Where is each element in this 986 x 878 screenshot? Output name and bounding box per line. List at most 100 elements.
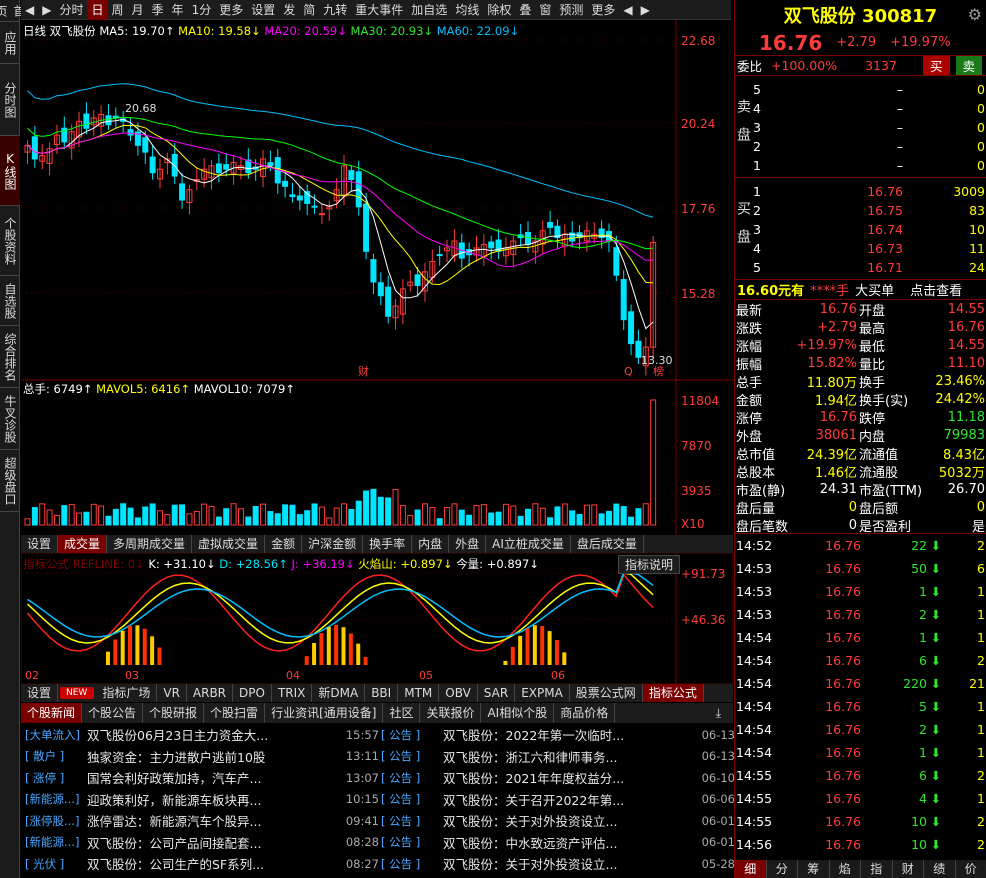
indicator-tab-13[interactable]: 股票公式网 [570,684,643,702]
side-tab-2[interactable]: 筹 [798,860,830,878]
news-item[interactable]: [ 散户 ] 独家资金：主力进散户逃前10股 13:11 [25,746,379,768]
candle[interactable] [179,183,186,201]
news-item[interactable]: [涨停股...] 涨停雷达：新能源汽车个股异... 09:41 [25,810,379,832]
indicator-tab-3[interactable]: VR [157,684,187,702]
news-tab-4[interactable]: 行业资讯[通用设备] [265,703,384,723]
candle[interactable] [525,232,532,245]
toolbar-item-22[interactable]: ◀ [619,0,636,20]
news-item[interactable]: [ 公告 ] 双飞股份：2021年年度权益分... 06-10 [381,767,735,789]
news-title[interactable]: 双飞股份：中水致远资产评估... [443,833,691,852]
candle[interactable] [547,221,554,228]
news-title[interactable]: 双飞股份：公司产品间接配套... [87,833,335,852]
nav-item-7[interactable]: 牛叉诊股 [0,388,20,450]
indicator-tab-2[interactable]: 指标广场 [96,684,158,702]
toolbar-item-11[interactable]: 发 [279,0,299,20]
news-tab-7[interactable]: AI相似个股 [481,703,555,723]
candle[interactable] [83,113,90,129]
candle[interactable] [267,162,274,167]
toolbar-item-16[interactable]: 均线 [451,0,483,20]
side-tab-5[interactable]: 财 [893,860,924,878]
toolbar-item-12[interactable]: 简 [299,0,319,20]
news-title[interactable]: 涨停雷达：新能源汽车个股异... [87,811,335,830]
volume-tab-7[interactable]: 内盘 [412,535,450,553]
candle[interactable] [414,274,421,286]
news-item[interactable]: [新能源...] 双飞股份：公司产品间接配套... 08:28 [25,832,379,854]
toolbar-item-1[interactable]: ▶ [38,0,55,20]
toolbar-item-10[interactable]: 设置 [247,0,279,20]
nav-item-2[interactable]: 分时图 [0,64,20,136]
indicator-tab-6[interactable]: TRIX [272,684,313,702]
candle[interactable] [318,213,325,216]
volume-tab-4[interactable]: 金额 [265,535,303,553]
indicator-tab-1[interactable]: NEW [60,687,95,699]
candle[interactable] [296,195,303,201]
news-item[interactable]: [ 光伏 ] 双飞股份：公司生产的SF系列... 08:27 [25,853,379,875]
news-title[interactable]: 双飞股份：2022年第一次临时... [443,725,691,744]
news-item[interactable]: [ 公告 ] 双飞股份：浙江六和律师事务... 06-13 [381,746,735,768]
toolbar-item-2[interactable]: 分时 [55,0,87,20]
toolbar-item-4[interactable]: 周 [108,0,128,20]
volume-tab-6[interactable]: 换手率 [363,535,413,553]
indicator-tab-10[interactable]: OBV [439,684,478,702]
news-item[interactable]: [ 公告 ] 双飞股份：关于对外投资设立... 06-01 [381,810,735,832]
side-tab-4[interactable]: 指 [861,860,893,878]
nav-item-0[interactable]: 首页 [0,0,26,22]
big-order-link[interactable]: 点击查看 [910,280,962,299]
candle[interactable] [377,282,384,297]
sell-button[interactable]: 卖 [955,56,983,75]
toolbar-item-7[interactable]: 年 [168,0,188,20]
indicator-tab-0[interactable]: 设置 [21,684,59,702]
candle[interactable] [613,247,620,276]
candle[interactable] [620,279,627,321]
news-tab-5[interactable]: 社区 [383,703,421,723]
indicator-explain-button[interactable]: 指标说明 [618,555,681,574]
news-item[interactable]: [ 公告 ] 双飞股份：关于召开2022年第... 06-06 [381,789,735,811]
nav-item-4[interactable]: 个股资料 [0,206,20,276]
candle[interactable] [628,311,635,345]
nav-item-5[interactable]: 自选股 [0,276,20,326]
toolbar-item-0[interactable]: ◀ [21,0,38,20]
news-item[interactable]: [ 公告 ] 双飞股份：关于对外投资设立... 05-28 [381,853,735,875]
candle[interactable] [311,205,318,208]
candle[interactable] [289,194,296,198]
volume-tab-3[interactable]: 虚拟成交量 [192,535,266,553]
nav-item-1[interactable]: 应用 [0,22,20,64]
volume-tab-2[interactable]: 多周期成交量 [107,535,193,553]
candle[interactable] [127,129,134,136]
toolbar-item-13[interactable]: 九转 [319,0,351,20]
news-tab-3[interactable]: 个股扫雷 [204,703,266,723]
side-tab-3[interactable]: 焰 [830,860,861,878]
nav-item-8[interactable]: 超级盘口 [0,450,20,512]
news-title[interactable]: 双飞股份：关于对外投资设立... [443,811,691,830]
news-tab-1[interactable]: 个股公告 [82,703,144,723]
toolbar-item-14[interactable]: 重大事件 [351,0,407,20]
candle[interactable] [370,259,377,283]
candle[interactable] [348,170,355,180]
indicator-tab-11[interactable]: SAR [478,684,516,702]
toolbar-item-21[interactable]: 更多 [587,0,619,20]
news-title[interactable]: 双飞股份：公司生产的SF系列... [87,854,335,873]
candle[interactable] [363,203,370,252]
news-title[interactable]: 双飞股份：关于召开2022年第... [443,790,691,809]
volume-tab-10[interactable]: 盘后成交量 [571,535,644,553]
side-tab-6[interactable]: 绩 [924,860,956,878]
candle[interactable] [385,286,392,317]
candle[interactable] [149,156,156,174]
gear-icon[interactable]: ⚙ [968,5,982,24]
candle[interactable] [142,137,149,153]
toolbar-item-15[interactable]: 加自选 [407,0,451,20]
indicator-tab-9[interactable]: MTM [398,684,440,702]
indicator-tab-7[interactable]: 新DMA [312,684,366,702]
kline-chart-svg[interactable]: 22.68 20.24 17.76 15.28 11804 7870 3935 X10 20.6… [21,20,733,535]
indicator-tab-8[interactable]: BBI [365,684,399,702]
candle[interactable] [223,164,230,170]
candle[interactable] [488,241,495,249]
indicator-tab-14[interactable]: 指标公式 [642,684,704,702]
toolbar-item-17[interactable]: 除权 [483,0,515,20]
news-title[interactable]: 独家资金：主力进散户逃前10股 [87,747,335,766]
candle[interactable] [105,115,112,126]
news-title[interactable]: 双飞股份06月23日主力资金大... [87,725,335,744]
toolbar-item-9[interactable]: 更多 [215,0,247,20]
toolbar-item-23[interactable]: ▶ [637,0,654,20]
side-tab-0[interactable]: 细 [735,860,767,878]
